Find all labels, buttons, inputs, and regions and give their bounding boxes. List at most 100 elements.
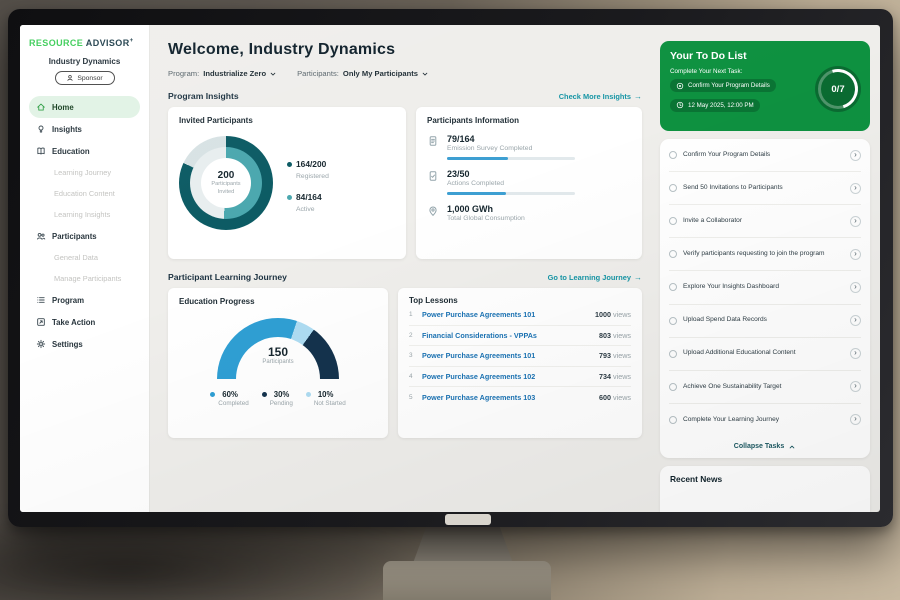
top-lessons-title: Top Lessons	[409, 296, 631, 305]
chevron-down-icon	[421, 70, 429, 78]
insights-cards-row: Invited Participants 200 Participants In…	[168, 107, 642, 259]
education-gauge-chart: 150 Participants	[217, 318, 339, 379]
task-row-achieve-target[interactable]: Achieve One Sustainability Target ›	[669, 371, 861, 404]
task-chevron-button[interactable]: ›	[850, 249, 861, 260]
lesson-views: 803	[599, 331, 611, 340]
sidebar-item-education[interactable]: Education	[29, 140, 140, 162]
not-started-dot-icon	[306, 392, 311, 397]
sidebar-item-learning-insights[interactable]: Learning Insights	[29, 204, 140, 225]
invited-count: 200	[218, 170, 235, 181]
task-row-upload-spend-data[interactable]: Upload Spend Data Records ›	[669, 305, 861, 338]
sidebar-item-general-data[interactable]: General Data	[29, 247, 140, 268]
lesson-link[interactable]: Power Purchase Agreements 102	[422, 372, 593, 381]
not-started-value: 10%	[318, 390, 334, 399]
task-chevron-button[interactable]: ›	[850, 150, 861, 161]
survey-progress-bar	[447, 157, 575, 160]
lesson-rank: 2	[409, 332, 422, 339]
sidebar-item-learning-journey[interactable]: Learning Journey	[29, 162, 140, 183]
task-row-invite-collaborator[interactable]: Invite a Collaborator ›	[669, 205, 861, 238]
sidebar-item-education-content[interactable]: Education Content	[29, 183, 140, 204]
task-chevron-button[interactable]: ›	[850, 216, 861, 227]
next-task-label: Confirm Your Program Details	[688, 82, 770, 89]
sidebar-item-manage-participants[interactable]: Manage Participants	[29, 268, 140, 289]
sponsor-icon	[66, 74, 74, 82]
task-checkbox[interactable]	[669, 383, 677, 391]
sidebar-item-take-action[interactable]: Take Action	[29, 311, 140, 333]
recent-news-title: Recent News	[670, 474, 860, 484]
program-insights-header: Program Insights Check More Insights →	[168, 91, 642, 101]
active-label: Active	[296, 206, 329, 213]
sidebar-item-label: Education	[52, 147, 90, 156]
go-to-learning-journey-link[interactable]: Go to Learning Journey →	[548, 273, 642, 282]
lesson-link[interactable]: Power Purchase Agreements 101	[422, 351, 593, 360]
task-row-complete-learning-journey[interactable]: Complete Your Learning Journey ›	[669, 404, 861, 436]
task-chevron-button[interactable]: ›	[850, 315, 861, 326]
task-row-confirm-program[interactable]: Confirm Your Program Details ›	[669, 139, 861, 172]
participants-filter[interactable]: Participants: Only My Participants	[297, 69, 429, 78]
task-chevron-button[interactable]: ›	[850, 381, 861, 392]
participants-filter-value: Only My Participants	[343, 69, 418, 78]
check-more-insights-link[interactable]: Check More Insights →	[559, 92, 642, 101]
invited-legend: 164/200 Registered 84/164 Active	[287, 147, 329, 220]
task-checkbox[interactable]	[669, 350, 677, 358]
page-title: Welcome, Industry Dynamics	[168, 41, 642, 59]
sidebar-item-settings[interactable]: Settings	[29, 333, 140, 355]
collapse-tasks-button[interactable]: Collapse Tasks	[669, 436, 861, 458]
scene-background: RESOURCE ADVISOR+ Industry Dynamics Spon…	[0, 0, 900, 600]
sidebar-item-label: Learning Journey	[54, 168, 111, 177]
next-task-chip[interactable]: Confirm Your Program Details	[670, 79, 776, 92]
monitor-chin-logo	[445, 514, 491, 525]
lesson-views: 793	[599, 351, 611, 360]
dashboard-screen: RESOURCE ADVISOR+ Industry Dynamics Spon…	[20, 25, 880, 512]
chevron-down-icon	[269, 70, 277, 78]
sponsor-button[interactable]: Sponsor	[55, 71, 115, 85]
sidebar-item-participants[interactable]: Participants	[29, 225, 140, 247]
lesson-views-suffix: views	[613, 393, 631, 402]
lesson-views: 600	[599, 393, 611, 402]
task-checkbox[interactable]	[669, 283, 677, 291]
lesson-rank: 1	[409, 311, 422, 318]
gauge-value: 150	[217, 345, 339, 359]
task-checkbox[interactable]	[669, 217, 677, 225]
program-insights-title: Program Insights	[168, 91, 239, 101]
lesson-link[interactable]: Power Purchase Agreements 101	[422, 310, 589, 319]
task-checkbox[interactable]	[669, 416, 677, 424]
top-lessons-card: Top Lessons 1 Power Purchase Agreements …	[398, 288, 642, 438]
participants-information-card: Participants Information 79/164 Emission…	[416, 107, 642, 259]
sidebar-item-program[interactable]: Program	[29, 289, 140, 311]
sidebar-item-label: Settings	[52, 340, 83, 349]
sidebar-item-label: Education Content	[54, 189, 115, 198]
todo-title: Your To Do List	[670, 50, 860, 62]
task-row-explore-insights[interactable]: Explore Your Insights Dashboard ›	[669, 271, 861, 304]
task-row-send-invitations[interactable]: Send 50 Invitations to Participants ›	[669, 172, 861, 205]
gear-icon	[36, 339, 46, 349]
sidebar-item-home[interactable]: Home	[29, 96, 140, 118]
task-checkbox[interactable]	[669, 250, 677, 258]
logo-plus: +	[130, 38, 134, 44]
lesson-row: 2 Financial Considerations - VPPAs 803 v…	[409, 326, 631, 347]
participants-filter-label: Participants:	[297, 69, 339, 78]
filter-bar: Program: Industrialize Zero Participants…	[168, 69, 642, 78]
program-filter[interactable]: Program: Industrialize Zero	[168, 69, 277, 78]
completed-dot-icon	[210, 392, 215, 397]
invited-card-title: Invited Participants	[179, 116, 395, 125]
task-row-upload-educational-content[interactable]: Upload Additional Educational Content ›	[669, 338, 861, 371]
task-checkbox[interactable]	[669, 184, 677, 192]
invited-donut-chart: 200 Participants Invited	[179, 136, 273, 230]
todo-progress-ring: 0/7	[815, 66, 861, 112]
task-row-verify-participants[interactable]: Verify participants requesting to join t…	[669, 238, 861, 271]
task-chevron-button[interactable]: ›	[850, 282, 861, 293]
task-chevron-button[interactable]: ›	[850, 183, 861, 194]
lesson-link[interactable]: Financial Considerations - VPPAs	[422, 331, 593, 340]
invited-donut-center: 200 Participants Invited	[201, 158, 251, 208]
sidebar-item-insights[interactable]: Insights	[29, 118, 140, 140]
legend-registered: 164/200 Registered	[287, 154, 329, 180]
lesson-rank: 5	[409, 394, 422, 401]
lesson-link[interactable]: Power Purchase Agreements 103	[422, 393, 593, 402]
task-checkbox[interactable]	[669, 317, 677, 325]
task-checkbox[interactable]	[669, 151, 677, 159]
task-chevron-button[interactable]: ›	[850, 414, 861, 425]
task-chevron-button[interactable]: ›	[850, 348, 861, 359]
sidebar-item-label: Home	[52, 103, 74, 112]
sidebar-item-label: Manage Participants	[54, 274, 121, 283]
